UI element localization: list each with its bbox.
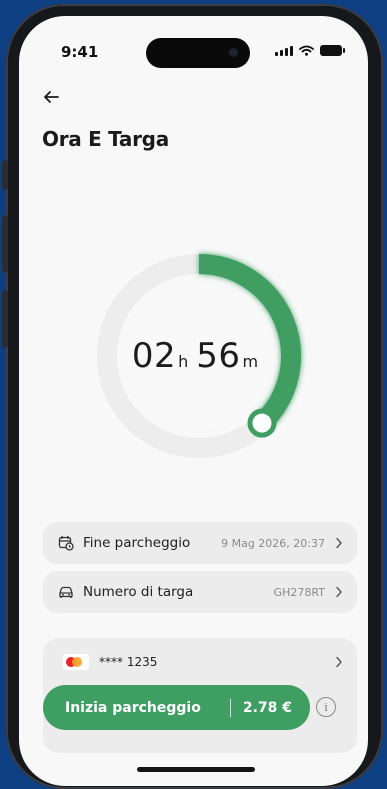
wifi-icon xyxy=(299,45,314,56)
timer-readout: 02 h 56 m xyxy=(91,248,307,464)
end-parking-row[interactable]: Fine parcheggio 9 Mag 2026, 20:37 xyxy=(43,522,357,564)
timer-minutes-unit: m xyxy=(242,351,259,371)
timer-hours-unit: h xyxy=(178,351,189,371)
cta-divider xyxy=(229,698,231,717)
timer-minutes: 56 xyxy=(196,336,241,376)
home-indicator xyxy=(137,767,255,772)
timer-hours: 02 xyxy=(131,336,177,376)
start-parking-label: Inizia parcheggio xyxy=(65,699,201,716)
signal-icon xyxy=(275,46,293,56)
card-number: **** 1235 xyxy=(99,655,158,669)
dynamic-island xyxy=(146,38,250,68)
calendar-clock-icon xyxy=(58,536,74,551)
end-parking-value: 9 Mag 2026, 20:37 xyxy=(221,536,325,550)
page-title: Ora E Targa xyxy=(42,127,169,151)
payment-method-row[interactable]: **** 1235 xyxy=(63,652,343,672)
info-icon[interactable]: i xyxy=(316,697,336,717)
volume-down-button xyxy=(2,290,8,348)
volume-up-button xyxy=(2,215,8,273)
end-parking-label: Fine parcheggio xyxy=(83,535,191,551)
price-label: 2.78 € xyxy=(242,699,292,716)
chevron-right-icon xyxy=(336,586,342,598)
start-parking-button[interactable]: Inizia parcheggio 2.78 € xyxy=(43,685,310,730)
status-time: 9:41 xyxy=(61,43,99,61)
back-arrow-icon[interactable] xyxy=(41,88,61,106)
chevron-right-icon xyxy=(336,537,342,549)
mute-switch xyxy=(2,160,8,190)
plate-value: GH278RT xyxy=(273,585,325,599)
status-icons xyxy=(275,45,345,56)
chevron-right-icon xyxy=(336,656,342,668)
app-screen: 9:41 Ora E Targa 02 h 56 m Fine parchegg… xyxy=(19,16,368,786)
battery-icon xyxy=(320,45,345,56)
timer-dial: 02 h 56 m xyxy=(91,248,307,464)
car-icon xyxy=(59,586,73,598)
plate-row[interactable]: Numero di targa GH278RT xyxy=(43,571,357,613)
info-glyph: i xyxy=(324,700,328,714)
plate-label: Numero di targa xyxy=(83,584,194,600)
mastercard-icon xyxy=(63,654,89,670)
